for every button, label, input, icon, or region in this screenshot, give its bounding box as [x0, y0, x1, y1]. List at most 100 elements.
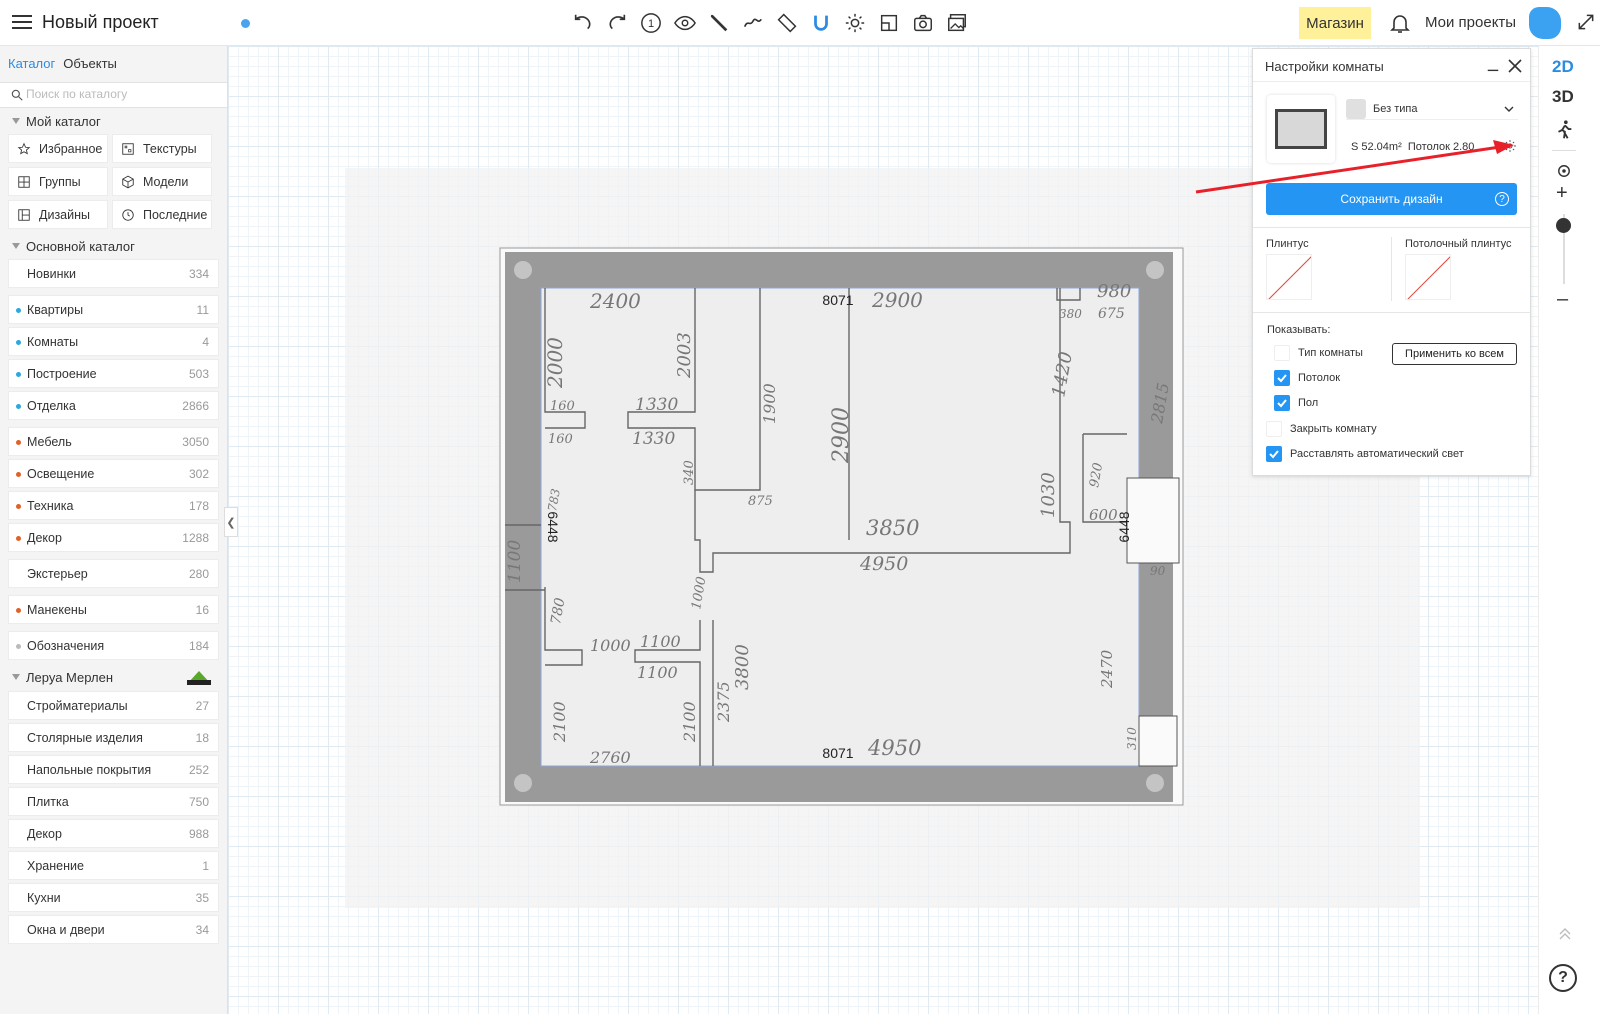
option-floor[interactable]: Пол [1274, 395, 1318, 411]
checkbox-checked[interactable] [1266, 446, 1282, 462]
list-item[interactable]: Освещение 302 [8, 459, 219, 488]
list-item[interactable]: Декор 1288 [8, 523, 219, 552]
list-item[interactable]: Кухни 35 [8, 883, 219, 912]
main-catalog-header[interactable]: Основной каталог [0, 233, 227, 259]
item-count: 4 [202, 334, 209, 349]
right-dimension-label: 6448 [1116, 511, 1132, 542]
sun-icon[interactable] [842, 10, 868, 36]
list-item[interactable]: Техника 178 [8, 491, 219, 520]
designs-button[interactable]: Дизайны [8, 200, 108, 229]
models-button[interactable]: Модели [112, 167, 212, 196]
list-item[interactable]: Плитка 750 [8, 787, 219, 816]
bell-icon[interactable] [1388, 11, 1412, 35]
list-item[interactable]: Хранение 1 [8, 851, 219, 880]
list-item[interactable]: Обозначения 184 [8, 631, 219, 660]
list-item[interactable]: Построение 503 [8, 359, 219, 388]
list-item[interactable]: Стройматериалы 27 [8, 691, 219, 720]
eye-icon[interactable] [672, 10, 698, 36]
window-opening [1138, 715, 1178, 767]
ruler-icon[interactable] [774, 10, 800, 36]
sketch-number: 1330 [632, 429, 675, 449]
plinth-swatch[interactable] [1266, 254, 1312, 300]
item-count: 35 [195, 890, 209, 905]
help-button[interactable]: ? [1549, 964, 1577, 992]
tab-objects[interactable]: Объекты [63, 56, 117, 78]
chevron-up-icon[interactable] [1555, 924, 1575, 944]
collapse-triangle-icon [12, 674, 20, 680]
item-label: Новинки [27, 266, 76, 281]
sketch-number: 90 [1150, 564, 1166, 578]
item-label: Хранение [27, 858, 84, 873]
sidebar-collapse-button[interactable]: ❮ [224, 507, 238, 537]
wall-draw-icon[interactable] [740, 10, 766, 36]
category-dot [16, 404, 21, 409]
option-auto-light[interactable]: Расставлять автоматический свет [1266, 446, 1464, 462]
list-item[interactable]: Новинки 334 [8, 259, 219, 288]
corner-handle [1146, 774, 1164, 792]
checkbox[interactable] [1266, 421, 1282, 437]
zoom-slider-knob[interactable] [1556, 218, 1571, 233]
checkbox[interactable] [1274, 345, 1290, 361]
apply-to-all-button[interactable]: Применить ко всем [1392, 343, 1517, 365]
info-step-icon[interactable]: 1 [638, 10, 664, 36]
view-3d-button[interactable]: 3D [1552, 87, 1574, 107]
help-circle-icon[interactable]: ? [1495, 192, 1509, 206]
list-item[interactable]: Окна и двери 34 [8, 915, 219, 944]
textures-button[interactable]: Текстуры [112, 134, 212, 163]
option-room-type[interactable]: Тип комнаты [1274, 345, 1363, 361]
option-ceiling[interactable]: Потолок [1274, 370, 1340, 386]
redo-icon[interactable] [604, 10, 630, 36]
groups-button[interactable]: Группы [8, 167, 108, 196]
gallery-icon[interactable] [944, 10, 970, 36]
recent-button[interactable]: Последние [112, 200, 212, 229]
list-item[interactable]: Комнаты 4 [8, 327, 219, 356]
save-design-button[interactable]: Сохранить дизайн? [1266, 183, 1517, 215]
top-dimension-label: 8071 [822, 292, 853, 308]
list-item[interactable]: Столярные изделия 18 [8, 723, 219, 752]
favorites-button[interactable]: Избранное [8, 134, 108, 163]
checkbox-checked[interactable] [1274, 370, 1290, 386]
pencil-icon[interactable] [706, 10, 732, 36]
camera-icon[interactable] [910, 10, 936, 36]
undo-icon[interactable] [570, 10, 596, 36]
view-2d-button[interactable]: 2D [1552, 57, 1574, 77]
crop-icon[interactable] [876, 10, 902, 36]
list-item[interactable]: Манекены 16 [8, 595, 219, 624]
sketch-number: 4950 [867, 736, 921, 760]
center-view-icon[interactable] [1557, 164, 1571, 178]
ceiling-plinth-swatch[interactable] [1405, 254, 1451, 300]
walk-mode-icon[interactable] [1553, 118, 1575, 142]
project-title[interactable]: Новый проект [42, 12, 159, 33]
my-catalog-header[interactable]: Мой каталог [0, 108, 227, 134]
corner-handle [1146, 261, 1164, 279]
zoom-out-button[interactable]: – [1557, 288, 1568, 311]
list-item[interactable]: Отделка 2866 [8, 391, 219, 420]
zoom-in-button[interactable]: + [1556, 182, 1568, 205]
list-item[interactable]: Напольные покрытия 252 [8, 755, 219, 784]
list-item[interactable]: Квартиры 11 [8, 295, 219, 324]
magnet-icon[interactable] [808, 10, 834, 36]
checkbox-checked[interactable] [1274, 395, 1290, 411]
tab-catalog[interactable]: Каталог [8, 56, 55, 78]
option-close-room[interactable]: Закрыть комнату [1266, 421, 1377, 437]
gear-icon[interactable] [1503, 139, 1517, 153]
my-projects-link[interactable]: Мои проекты [1425, 14, 1516, 31]
item-label: Обозначения [27, 638, 105, 653]
item-count: 1 [202, 858, 209, 873]
shop-button[interactable]: Магазин [1299, 7, 1371, 39]
avatar[interactable] [1529, 7, 1561, 39]
sketch-number: 2100 [550, 701, 569, 743]
close-icon[interactable] [1507, 58, 1523, 74]
minimize-icon[interactable] [1486, 59, 1500, 73]
button-label: Избранное [39, 141, 103, 156]
leroy-catalog-header[interactable]: Леруа Мерлен [0, 663, 227, 691]
list-item[interactable]: Экстерьер 280 [8, 559, 219, 588]
item-count: 3050 [182, 434, 209, 449]
room-type-select[interactable]: Без типа [1346, 98, 1518, 120]
fullscreen-icon[interactable] [1576, 12, 1596, 32]
menu-icon[interactable] [12, 15, 32, 31]
search-input[interactable] [26, 87, 216, 101]
list-item[interactable]: Мебель 3050 [8, 427, 219, 456]
category-dot [16, 372, 21, 377]
list-item[interactable]: Декор 988 [8, 819, 219, 848]
